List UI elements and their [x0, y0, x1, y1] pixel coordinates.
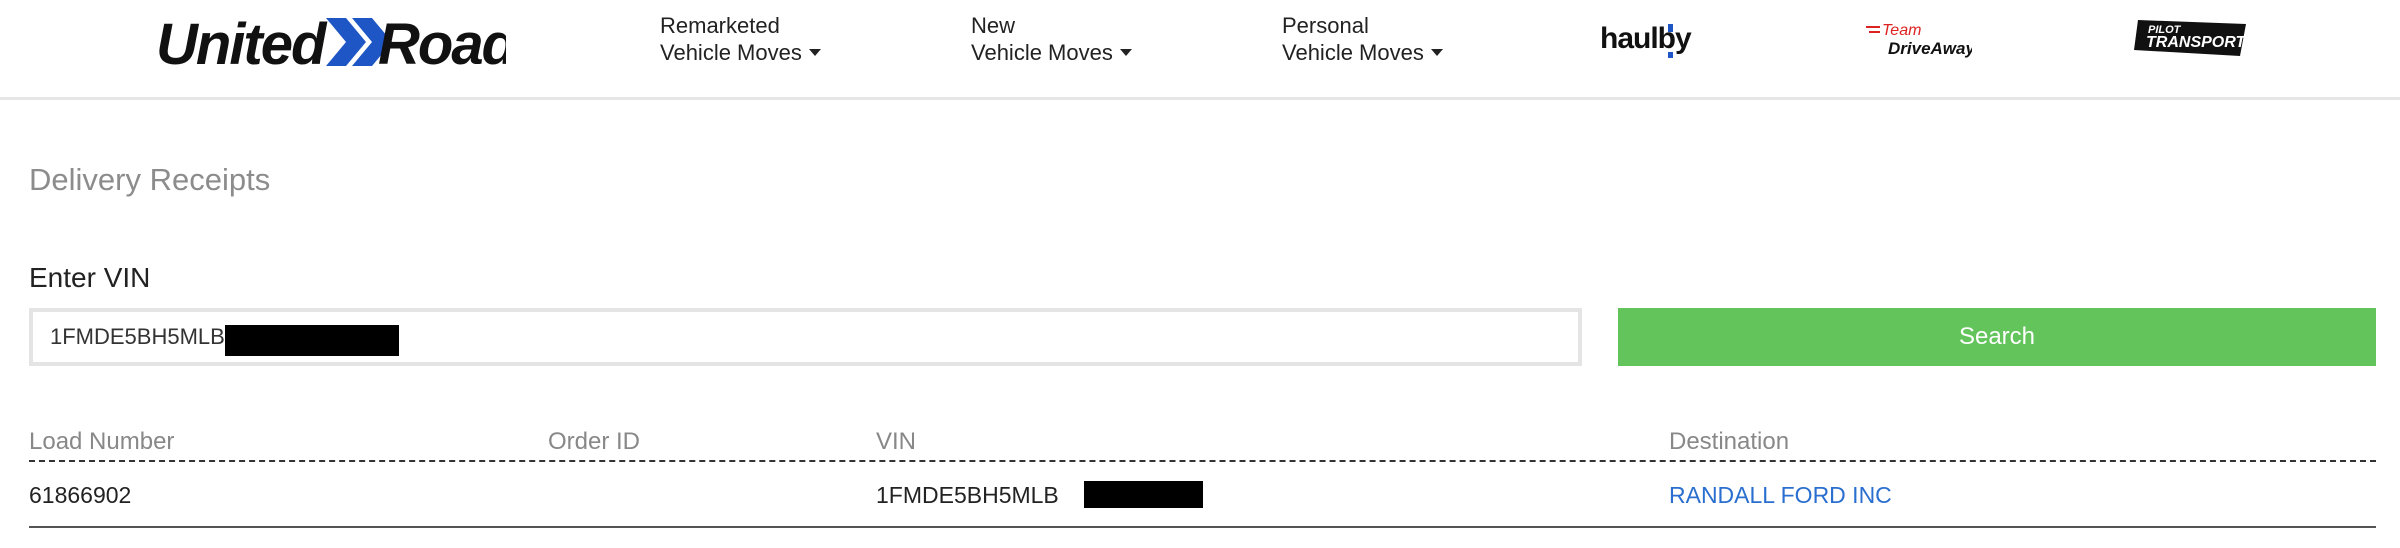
nav-item-line1: New: [971, 13, 1016, 38]
site-header: United Road Remarketed Vehicle Moves New…: [0, 0, 2400, 100]
team-logo-line1: Team: [1882, 22, 1921, 39]
nav-new-vehicle-moves[interactable]: New Vehicle Moves: [971, 12, 1132, 66]
search-button[interactable]: Search: [1618, 308, 2376, 366]
header-destination: Destination: [1669, 428, 1790, 455]
caret-down-icon: [1430, 48, 1443, 56]
haulby-logo-text: haulby: [1600, 22, 1692, 55]
haulby-logo[interactable]: haulby: [1600, 22, 1702, 60]
nav-item-line2: Vehicle Moves: [660, 40, 802, 65]
caret-down-icon: [1119, 48, 1132, 56]
redaction-bar: [225, 325, 399, 356]
nav-personal-vehicle-moves[interactable]: Personal Vehicle Moves: [1282, 12, 1443, 66]
nav-item-line1: Remarketed: [660, 13, 780, 38]
nav-item-line2: Vehicle Moves: [971, 40, 1113, 65]
team-driveaway-logo[interactable]: Team DriveAway: [1866, 20, 1972, 60]
pilot-logo-line2: TRANSPORT: [2146, 34, 2246, 51]
nav-remarketed-vehicle-moves[interactable]: Remarketed Vehicle Moves: [660, 12, 821, 66]
team-logo-line2: DriveAway: [1888, 39, 1972, 58]
table-row: 61866902 1FMDE5BH5MLB RANDALL FORD INC: [29, 462, 2376, 528]
cell-vin: 1FMDE5BH5MLB: [876, 482, 1059, 508]
destination-link[interactable]: RANDALL FORD INC: [1669, 482, 1892, 509]
table-header: Load Number Order ID VIN Destination: [29, 428, 2376, 462]
header-vin: VIN: [876, 428, 917, 455]
pilot-transport-logo[interactable]: PILOT TRANSPORT: [2134, 16, 2250, 62]
nav-item-line1: Personal: [1282, 13, 1369, 38]
header-order-id: Order ID: [548, 428, 641, 455]
page-title: Delivery Receipts: [29, 162, 271, 197]
brand-part2: Road: [378, 12, 506, 76]
header-load-number: Load Number: [29, 428, 175, 455]
united-road-logo[interactable]: United Road: [156, 8, 506, 76]
vin-input-container: [29, 308, 1582, 366]
nav-item-line2: Vehicle Moves: [1282, 40, 1424, 65]
cell-load-number: 61866902: [29, 482, 132, 508]
caret-down-icon: [808, 48, 821, 56]
results-table: Load Number Order ID VIN Destination 618…: [29, 428, 2376, 528]
redaction-bar: [1084, 481, 1203, 508]
vin-label: Enter VIN: [29, 262, 151, 293]
brand-part1: United: [156, 12, 328, 76]
